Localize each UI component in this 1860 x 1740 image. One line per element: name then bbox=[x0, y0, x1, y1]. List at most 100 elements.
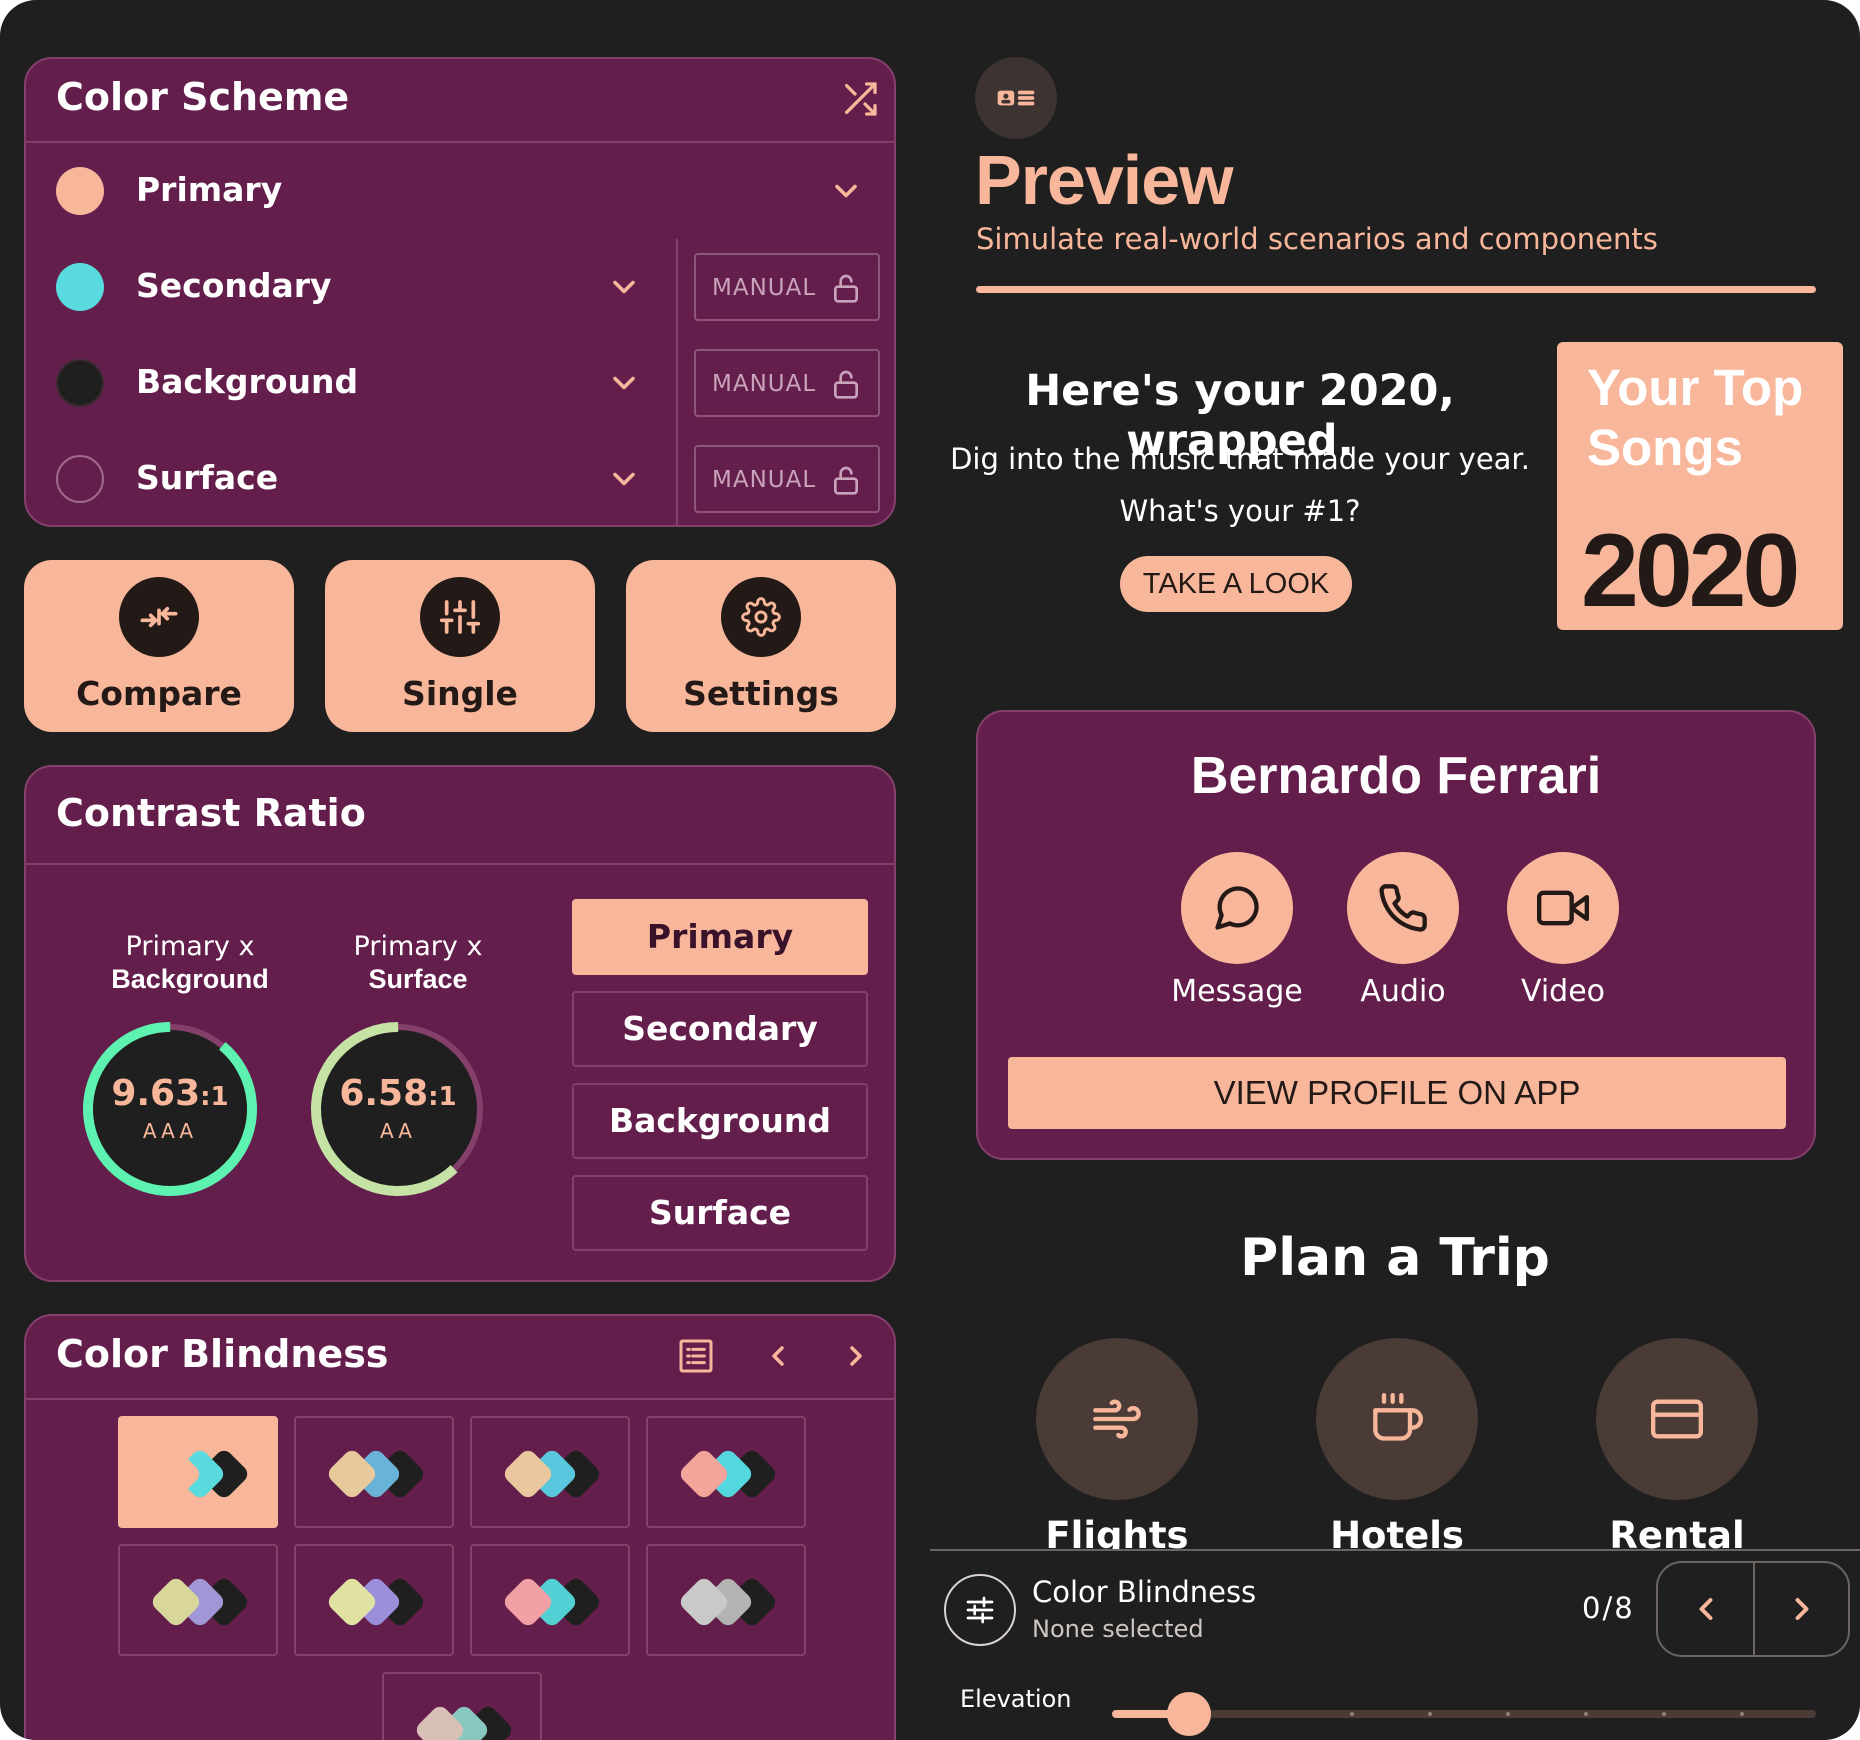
chevron-left-icon[interactable] bbox=[1688, 1591, 1724, 1627]
manual-label: MANUAL bbox=[712, 467, 817, 493]
color-row-background[interactable]: Background MANUAL bbox=[26, 335, 894, 431]
contrast-tab-background[interactable]: Background bbox=[572, 1083, 868, 1159]
message-button[interactable] bbox=[1181, 852, 1293, 964]
manual-label: MANUAL bbox=[712, 371, 817, 397]
wrapped-line-2: What's your #1? bbox=[1119, 494, 1361, 528]
elevation-slider-thumb[interactable] bbox=[1167, 1692, 1212, 1736]
credit-card-icon bbox=[1651, 1399, 1703, 1439]
gauge-suffix: :1 bbox=[428, 1082, 457, 1112]
gauge-value: 6.58:1 bbox=[308, 1073, 488, 1114]
chevron-left-icon[interactable] bbox=[762, 1340, 794, 1372]
cb-tile[interactable] bbox=[470, 1544, 630, 1656]
selection-count: 0/8 bbox=[1582, 1591, 1635, 1625]
top-songs-title: Your Top Songs bbox=[1587, 359, 1804, 476]
hotels-button[interactable] bbox=[1316, 1338, 1478, 1500]
chevron-right-icon[interactable] bbox=[1784, 1591, 1820, 1627]
color-row-primary[interactable]: Primary bbox=[26, 143, 894, 239]
compare-button[interactable]: Compare bbox=[24, 560, 294, 732]
unlock-icon bbox=[834, 370, 858, 399]
slider-tick bbox=[1662, 1712, 1666, 1716]
gauge-title-line1: Primary x bbox=[353, 931, 483, 962]
message-label: Message bbox=[1171, 974, 1303, 1009]
cb-tile[interactable] bbox=[382, 1672, 542, 1740]
color-scheme-title: Color Scheme bbox=[56, 75, 350, 119]
audio-button[interactable] bbox=[1347, 852, 1459, 964]
color-row-secondary[interactable]: Secondary MANUAL bbox=[26, 239, 894, 335]
elevation-label: Elevation bbox=[960, 1685, 1072, 1713]
gauge-title-line2: Background bbox=[111, 964, 269, 994]
profile-name: Bernardo Ferrari bbox=[1190, 747, 1602, 805]
palette-preview-icon bbox=[328, 1450, 424, 1498]
chevron-down-icon[interactable] bbox=[606, 461, 642, 497]
compare-label: Compare bbox=[76, 674, 242, 713]
chevron-down-icon[interactable] bbox=[606, 269, 642, 305]
background-label: Background bbox=[136, 362, 359, 401]
manual-toggle-secondary[interactable]: MANUAL bbox=[694, 253, 880, 321]
single-button[interactable]: Single bbox=[325, 560, 595, 732]
primary-label: Primary bbox=[136, 170, 283, 209]
contrast-ratio-title: Contrast Ratio bbox=[56, 791, 366, 835]
chevron-down-icon[interactable] bbox=[828, 173, 864, 209]
color-blindness-title: Color Blindness bbox=[56, 1332, 389, 1376]
gauge-ratio: 6.58 bbox=[339, 1073, 429, 1114]
list-view-icon[interactable] bbox=[676, 1336, 716, 1376]
elevation-slider[interactable] bbox=[1112, 1692, 1816, 1736]
palette-preview-icon bbox=[416, 1706, 512, 1740]
plan-trip-title: Plan a Trip bbox=[1240, 1228, 1550, 1288]
color-blindness-panel: Color Blindness None selected 0/8 Elevat… bbox=[930, 1549, 1860, 1740]
view-profile-button[interactable]: VIEW PROFILE ON APP bbox=[1008, 1057, 1786, 1129]
audio-label: Audio bbox=[1360, 974, 1446, 1009]
cb-tile[interactable] bbox=[118, 1544, 278, 1656]
cb-tile[interactable] bbox=[294, 1544, 454, 1656]
color-scheme-card: Color Scheme Primary Secondary MANUAL Ba… bbox=[24, 57, 896, 527]
flights-button[interactable] bbox=[1036, 1338, 1198, 1500]
color-blindness-divider bbox=[26, 1398, 894, 1400]
video-button[interactable] bbox=[1507, 852, 1619, 964]
take-a-look-button[interactable]: TAKE A LOOK bbox=[1120, 556, 1352, 612]
top-songs-year: 2020 bbox=[1581, 513, 1800, 629]
manual-toggle-surface[interactable]: MANUAL bbox=[694, 445, 880, 513]
phone-icon bbox=[1379, 884, 1427, 932]
slider-tick bbox=[1428, 1712, 1432, 1716]
tune-button[interactable] bbox=[944, 1574, 1016, 1646]
secondary-swatch[interactable] bbox=[56, 263, 104, 311]
profile-card: Bernardo Ferrari Message Audio Video VIE… bbox=[976, 710, 1816, 1160]
cb-tile[interactable] bbox=[294, 1416, 454, 1528]
shuffle-icon[interactable] bbox=[840, 79, 880, 119]
background-swatch[interactable] bbox=[56, 359, 104, 407]
manual-label: MANUAL bbox=[712, 275, 817, 301]
chat-bubble-icon bbox=[1215, 886, 1259, 930]
cb-tile[interactable] bbox=[646, 1416, 806, 1528]
slider-tick bbox=[1350, 1712, 1354, 1716]
palette-preview-icon bbox=[152, 1450, 248, 1498]
cb-tile[interactable] bbox=[646, 1544, 806, 1656]
contrast-tab-secondary[interactable]: Secondary bbox=[572, 991, 868, 1067]
chevron-right-icon[interactable] bbox=[840, 1340, 872, 1372]
rental-button[interactable] bbox=[1596, 1338, 1758, 1500]
settings-icon-circle bbox=[721, 577, 801, 657]
manual-toggle-background[interactable]: MANUAL bbox=[694, 349, 880, 417]
single-icon-circle bbox=[420, 577, 500, 657]
compare-arrows-icon bbox=[140, 606, 178, 628]
preview-title: Preview bbox=[975, 141, 1234, 219]
cb-tile[interactable] bbox=[118, 1416, 278, 1528]
wrapped-line-1: Dig into the music that made your year. bbox=[950, 442, 1530, 476]
surface-swatch[interactable] bbox=[56, 455, 104, 503]
gear-icon bbox=[741, 597, 781, 637]
preview-icon-circle bbox=[975, 57, 1057, 139]
unlock-icon bbox=[834, 274, 858, 303]
contrast-ratio-card: Contrast Ratio Primary x Background 9.63… bbox=[24, 765, 896, 1282]
settings-button[interactable]: Settings bbox=[626, 560, 896, 732]
contrast-tab-surface[interactable]: Surface bbox=[572, 1175, 868, 1251]
color-row-surface[interactable]: Surface MANUAL bbox=[26, 431, 894, 525]
top-songs-card: Your Top Songs 2020 bbox=[1557, 342, 1843, 630]
contrast-gauge-background: 9.63:1 AAA bbox=[80, 1019, 260, 1199]
gauge-value: 9.63:1 bbox=[80, 1073, 260, 1114]
gauge-grade: AA bbox=[380, 1119, 416, 1143]
palette-preview-icon bbox=[504, 1578, 600, 1626]
chevron-down-icon[interactable] bbox=[606, 365, 642, 401]
contrast-tab-primary[interactable]: Primary bbox=[572, 899, 868, 975]
cb-tile[interactable] bbox=[470, 1416, 630, 1528]
surface-label: Surface bbox=[136, 458, 279, 497]
primary-swatch[interactable] bbox=[56, 167, 104, 215]
